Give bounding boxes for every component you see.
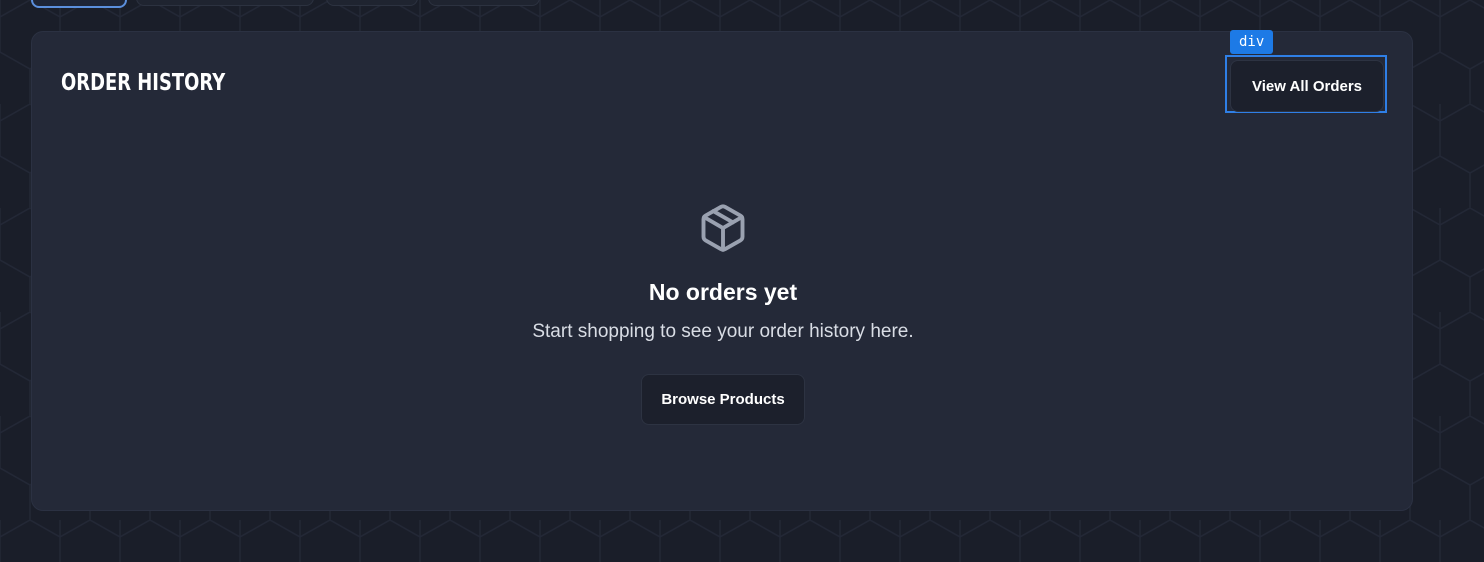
view-all-orders-button[interactable]: View All Orders xyxy=(1230,60,1384,112)
tab[interactable] xyxy=(428,0,540,6)
tab-active[interactable] xyxy=(31,0,127,8)
card-title: ORDER HISTORY xyxy=(61,70,226,96)
empty-state-title: No orders yet xyxy=(648,279,798,305)
package-icon xyxy=(701,204,745,252)
empty-state-subtitle: Start shopping to see your order history… xyxy=(532,321,914,342)
browse-products-button[interactable]: Browse Products xyxy=(641,374,805,425)
tab[interactable] xyxy=(326,0,418,6)
tab[interactable] xyxy=(136,0,314,6)
inspector-tag: div xyxy=(1230,30,1274,54)
order-history-card: ORDER HISTORY div View All Orders No ord… xyxy=(31,30,1413,511)
